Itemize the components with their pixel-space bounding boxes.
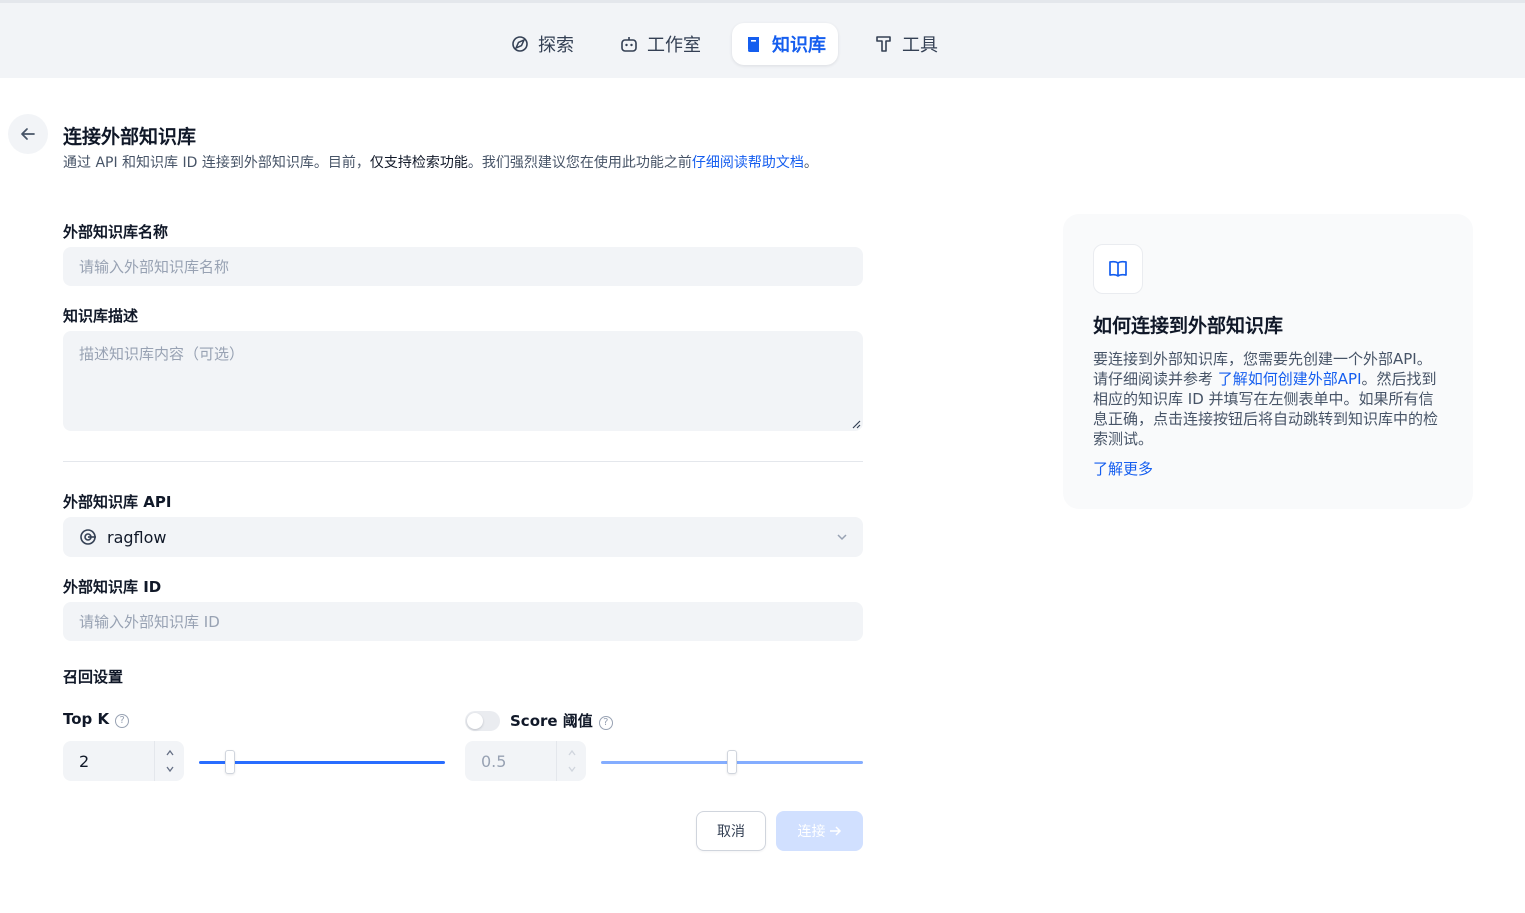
score-label-text: Score 阈值 [510,712,593,730]
chevron-down-icon[interactable] [567,765,577,773]
topk-label: Top K? [63,710,130,728]
cancel-label: 取消 [717,824,745,840]
connect-label: 连接 [797,824,826,840]
topk-label-text: Top K [63,710,110,728]
open-book-icon [1109,260,1127,277]
nav-studio[interactable]: 工作室 [607,23,713,65]
score-help-icon[interactable]: ? [598,716,613,730]
description-label: 知识库描述 [63,307,139,325]
intro-text: 通过 API 和知识库 ID 连接到外部知识库。目前，仅支持检索功能。我们强烈建… [63,153,863,173]
help-doc-link[interactable]: 仔细阅读帮助文档 [692,155,804,171]
robot-icon [621,37,637,52]
nav-explore-label: 探索 [538,35,574,56]
learn-more-link[interactable]: 了解更多 [1093,458,1153,479]
description-placeholder: 描述知识库内容（可选） [79,345,245,363]
api-icon [80,529,96,545]
top-navigation: 探索 工作室 知识库 工具 [0,0,1525,78]
arrow-right-icon [829,826,841,836]
intro-strong: 仅支持检索功能 [369,155,468,171]
card-icon-box [1093,244,1143,294]
score-toggle-knob [467,713,483,729]
topk-stepper-controls [154,741,184,781]
nav-studio-label: 工作室 [647,35,701,56]
intro-part2: 。我们强烈建议您在使用此功能之前 [467,155,692,171]
retrieval-settings-label: 召回设置 [63,668,124,686]
back-button[interactable] [8,114,48,154]
api-label: 外部知识库 API [63,493,172,511]
nav-knowledge[interactable]: 知识库 [732,23,838,65]
score-stepper[interactable]: 0.5 [465,741,586,781]
card-body: 要连接到外部知识库，您需要先创建一个外部API。请仔细阅读并参考 了解如何创建外… [1093,349,1445,449]
score-value: 0.5 [481,751,507,771]
chevron-down-icon [837,534,847,541]
name-placeholder: 请输入外部知识库名称 [79,258,230,276]
topk-slider-thumb[interactable] [225,750,235,774]
score-slider-thumb[interactable] [727,750,737,774]
topk-stepper[interactable]: 2 [63,741,184,781]
arrow-left-icon [21,128,35,140]
topk-slider-track[interactable] [199,761,445,764]
help-card: 如何连接到外部知识库 要连接到外部知识库，您需要先创建一个外部API。请仔细阅读… [1063,214,1473,509]
create-api-link[interactable]: 了解如何创建外部API [1218,370,1362,388]
api-selected-value: ragflow [107,527,167,547]
name-label: 外部知识库名称 [63,223,169,241]
chevron-down-icon[interactable] [165,765,175,773]
id-placeholder: 请输入外部知识库 ID [79,613,220,631]
nav-explore[interactable]: 探索 [498,23,586,65]
nav-tools-label: 工具 [902,35,938,56]
intro-part1: 通过 API 和知识库 ID 连接到外部知识库。目前， [63,155,370,171]
card-title: 如何连接到外部知识库 [1093,315,1284,337]
cancel-button[interactable]: 取消 [696,811,766,851]
resize-handle-icon[interactable] [852,420,861,429]
compass-icon [512,36,528,52]
chevron-up-icon[interactable] [567,749,577,757]
score-label: Score 阈值? [510,710,613,731]
connect-button[interactable]: 连接 [776,811,863,851]
nav-tools[interactable]: 工具 [862,23,950,65]
id-input[interactable]: 请输入外部知识库 ID [63,602,863,641]
id-label: 外部知识库 ID [63,578,162,596]
hammer-icon [876,36,891,52]
score-toggle[interactable] [465,711,500,731]
intro-end: 。 [803,155,818,171]
book-icon [748,37,759,53]
description-textarea[interactable]: 描述知识库内容（可选） [63,331,863,431]
chevron-up-icon[interactable] [165,749,175,757]
page-title: 连接外部知识库 [63,126,197,148]
divider [63,461,863,462]
nav-knowledge-label: 知识库 [772,35,826,56]
topk-help-icon[interactable]: ? [115,714,130,728]
topk-value: 2 [79,751,90,771]
api-select[interactable]: ragflow [63,517,863,557]
name-input[interactable]: 请输入外部知识库名称 [63,247,863,286]
score-stepper-controls [556,741,586,781]
